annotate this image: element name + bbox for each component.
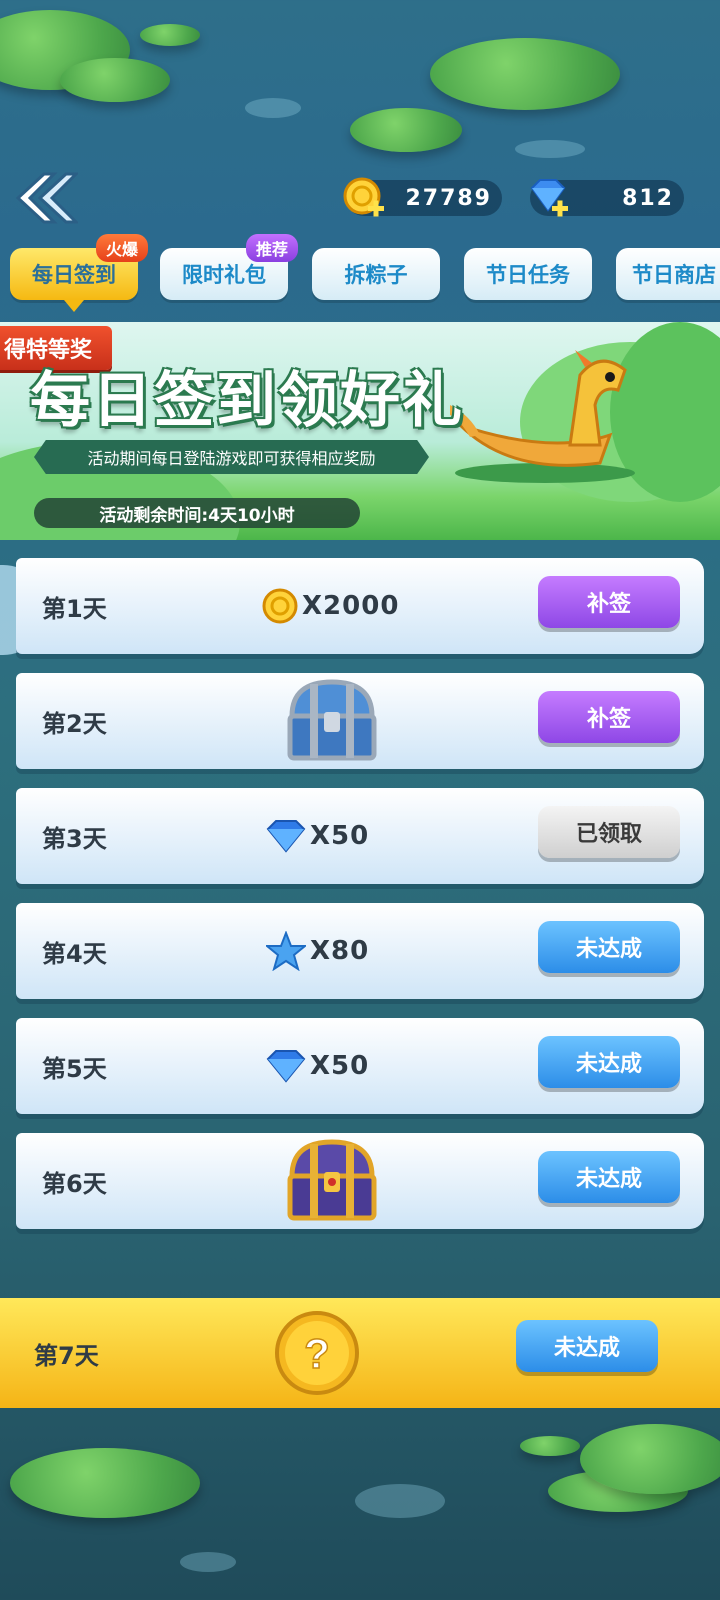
reward-quantity: X50 [310,1051,370,1081]
makeup-checkin-button[interactable]: 补签 [538,691,680,743]
not-reached-button[interactable]: 未达成 [538,1036,680,1088]
day-label: 第7天 [34,1341,99,1370]
dragon-boat-icon [450,350,635,483]
ripple [245,98,301,118]
lily-pad [430,38,620,110]
coin-icon [262,588,298,624]
tab-label: 限时礼包 [182,263,266,287]
tab-festival-tasks[interactable]: 节日任务 [464,248,592,300]
tab-label: 节日商店 [632,263,716,287]
gem-balance[interactable]: 812 [530,179,684,217]
reward-quantity: X80 [310,936,370,966]
reward: X50 [266,788,369,884]
reward-quantity: X50 [310,821,370,851]
lily-pad [60,58,170,102]
ripple [180,1552,236,1572]
day-label: 第2天 [42,709,107,738]
hot-badge: 火爆 [95,234,148,262]
back-button[interactable] [14,170,80,226]
star-icon [266,931,306,971]
active-tab-pointer [64,300,84,312]
coin-balance[interactable]: 27789 [343,177,502,217]
reward: X80 [266,903,369,999]
banner-title: 每日签到领好礼 [30,366,464,436]
day-label: 第5天 [42,1054,107,1083]
tab-daily-checkin[interactable]: 每日签到 火爆 [10,234,148,312]
ripple [355,1484,445,1518]
lily-pad [580,1424,720,1494]
tab-limited-gift[interactable]: 限时礼包 推荐 [160,234,298,300]
tab-open-zongzi[interactable]: 拆粽子 [312,248,440,300]
ripple [515,140,585,158]
tab-festival-shop[interactable]: 节日商店 [616,248,720,300]
gem-add-icon [530,179,568,217]
not-reached-button[interactable]: 未达成 [538,1151,680,1203]
makeup-checkin-button[interactable]: 补签 [538,576,680,628]
day-row: 第5天 X50 未达成 [16,1018,704,1114]
banner-subtitle: 活动期间每日登陆游戏即可获得相应奖励 [34,440,429,474]
tab-label: 拆粽子 [344,263,408,287]
gold-chest-icon [287,1139,377,1221]
day-label: 第4天 [42,939,107,968]
lily-pad [520,1436,580,1456]
svg-text:?: ? [304,1330,330,1377]
gem-amount: 812 [622,185,674,211]
day-label: 第1天 [42,594,107,623]
mystery-coin-icon: ? [275,1311,359,1395]
reward [284,673,380,769]
reward: X50 [266,1018,369,1114]
tab-label: 每日签到 [32,263,116,287]
event-timer: 活动剩余时间:4天10小时 [34,498,360,528]
recommend-badge: 推荐 [245,234,298,262]
day-label: 第6天 [42,1169,107,1198]
reward: X2000 [262,558,399,654]
day-row: 第1天 X2000 补签 [16,558,704,654]
coin-amount: 27789 [405,185,492,211]
not-reached-button[interactable]: 未达成 [538,921,680,973]
lily-pad [10,1448,200,1518]
day-row: 第3天 X50 已领取 [16,788,704,884]
coin-add-icon [343,177,384,217]
day-label: 第3天 [42,824,107,853]
day7-row: 第7天 ? 未达成 [0,1298,720,1408]
not-reached-button[interactable]: 未达成 [516,1320,658,1372]
tab-label: 节日任务 [486,263,570,287]
double-chevron-left-icon [15,172,80,224]
claimed-button[interactable]: 已领取 [538,806,680,858]
day-row: 第4天 X80 未达成 [16,903,704,999]
lily-pad [350,108,462,152]
diamond-icon [266,1050,306,1083]
lily-pad [140,24,200,46]
day-row: 第2天 补签 [16,673,704,769]
reward-quantity: X2000 [302,591,400,621]
day-row: 第6天 未达成 [16,1133,704,1229]
diamond-icon [266,820,306,853]
reward [284,1133,380,1229]
silver-chest-icon [287,679,377,761]
